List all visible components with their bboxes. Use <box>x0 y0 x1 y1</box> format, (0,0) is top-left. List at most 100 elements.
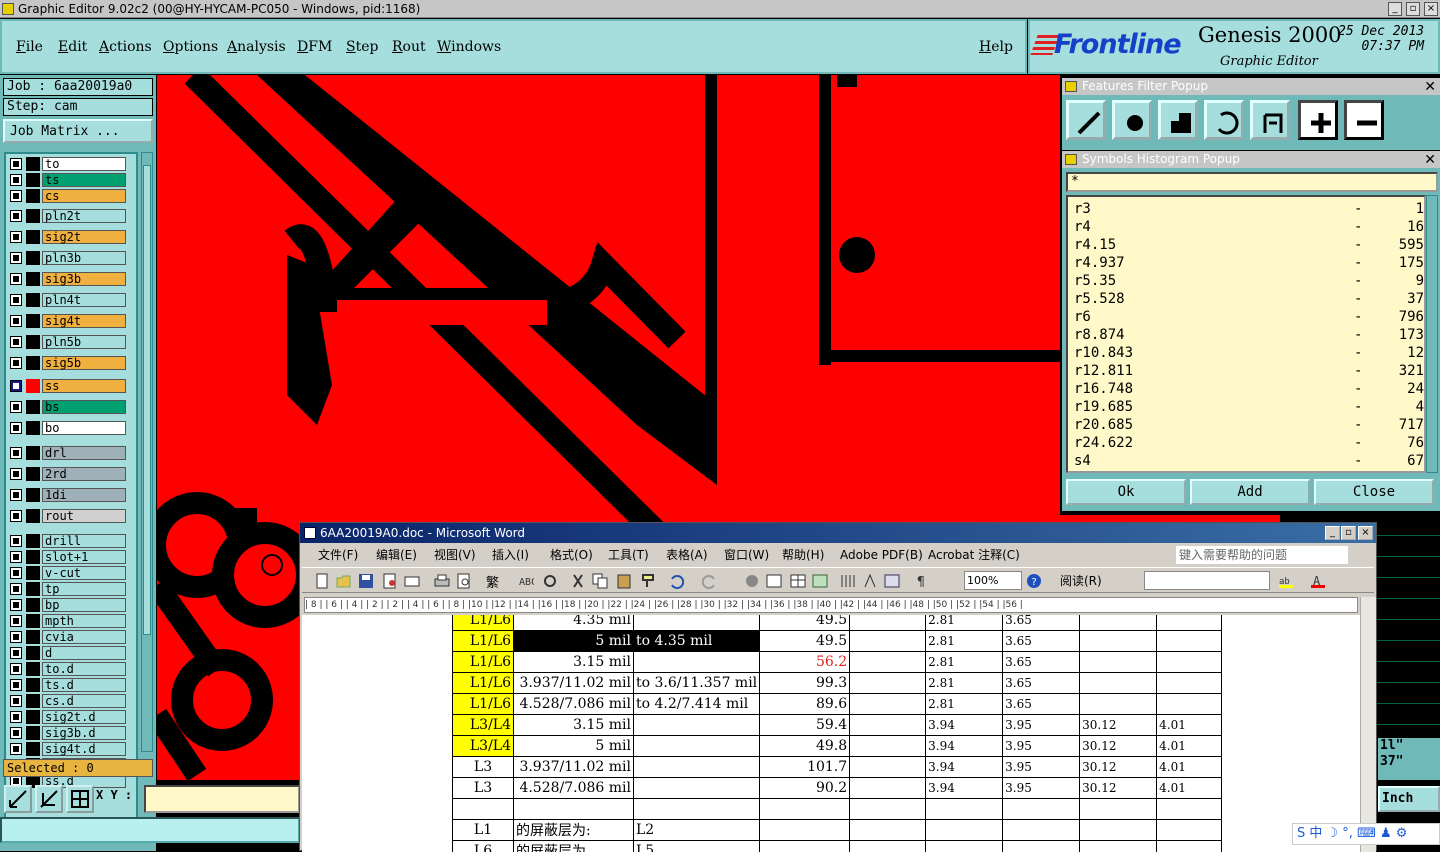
table-cell[interactable]: L6 <box>453 841 514 852</box>
close-icon[interactable]: ✕ <box>1424 79 1436 96</box>
table-cell[interactable] <box>926 841 1003 852</box>
scroll-thumb[interactable] <box>143 165 151 635</box>
layer-name[interactable]: v-cut <box>42 566 126 580</box>
layer-color-swatch[interactable] <box>26 335 40 349</box>
layer-checkbox[interactable] <box>10 743 22 755</box>
layer-row[interactable]: drill <box>8 534 128 548</box>
ok-button[interactable]: Ok <box>1066 479 1186 505</box>
document-map-icon[interactable] <box>884 573 900 589</box>
layer-checkbox[interactable] <box>10 647 22 659</box>
table-cell[interactable] <box>1157 694 1222 715</box>
layer-checkbox[interactable] <box>10 468 22 480</box>
layer-name[interactable]: tp <box>42 582 126 596</box>
table-cell[interactable]: 4.35 mil <box>514 615 634 631</box>
research-icon[interactable] <box>542 573 558 589</box>
table-cell[interactable]: 2.81 <box>926 615 1003 631</box>
table-cell[interactable]: 56.2 <box>760 652 850 673</box>
layer-color-swatch[interactable] <box>26 421 40 435</box>
table-cell[interactable] <box>850 778 926 799</box>
read-button[interactable]: 阅读(R) <box>1060 572 1102 589</box>
symbol-row[interactable]: r8.874173 <box>1074 327 1424 345</box>
menu-help[interactable]: Help <box>979 39 1013 55</box>
word-menu-item[interactable]: 视图(V) <box>434 544 476 566</box>
layer-name[interactable]: ts.d <box>42 678 126 692</box>
print-icon[interactable] <box>434 573 450 589</box>
layer-color-swatch[interactable] <box>26 314 40 328</box>
menu-rout[interactable]: Rout <box>392 39 426 55</box>
table-cell[interactable] <box>1157 799 1222 820</box>
hyperlink-icon[interactable] <box>744 573 760 589</box>
symbol-row[interactable]: r31 <box>1074 201 1424 219</box>
layer-row[interactable]: 1di <box>8 488 128 502</box>
layer-row[interactable]: sig3b.d <box>8 726 128 740</box>
layer-row[interactable]: sig3b <box>8 272 128 286</box>
minimize-button[interactable]: _ <box>1388 2 1402 16</box>
word-vertical-scrollbar[interactable] <box>1360 597 1376 852</box>
minus-icon[interactable] <box>1344 100 1384 140</box>
table-cell[interactable]: 3.937/11.02 mil <box>514 673 634 694</box>
columns-icon[interactable] <box>840 573 856 589</box>
table-cell[interactable] <box>514 799 634 820</box>
new-doc-icon[interactable] <box>314 573 330 589</box>
symbol-row[interactable]: r20.685717 <box>1074 417 1424 435</box>
table-cell[interactable]: 3.937/11.02 mil <box>514 757 634 778</box>
table-cell[interactable] <box>760 799 850 820</box>
layer-name[interactable]: bo <box>42 421 126 435</box>
layer-row[interactable]: pln3b <box>8 251 128 265</box>
table-cell[interactable] <box>1003 820 1080 841</box>
table-cell[interactable] <box>634 778 760 799</box>
table-cell[interactable]: 3.94 <box>926 757 1003 778</box>
table-cell[interactable]: 3.95 <box>1003 778 1080 799</box>
table-cell[interactable]: 90.2 <box>760 778 850 799</box>
layer-name[interactable]: to.d <box>42 662 126 676</box>
table-cell[interactable] <box>1080 615 1157 631</box>
layer-checkbox[interactable] <box>10 631 22 643</box>
grid-tool-icon[interactable] <box>66 785 94 813</box>
layer-color-swatch[interactable] <box>26 189 40 203</box>
layer-checkbox[interactable] <box>10 401 22 413</box>
layer-checkbox[interactable] <box>10 315 22 327</box>
spelling-icon[interactable]: ABC <box>518 573 534 589</box>
table-cell[interactable] <box>1080 820 1157 841</box>
symbol-row[interactable]: r5.52837 <box>1074 291 1424 309</box>
word-menu-item[interactable]: 编辑(E) <box>376 544 417 566</box>
menu-analysis[interactable]: Analysis <box>227 39 286 55</box>
table-cell[interactable]: to 3.6/11.357 mil <box>634 673 760 694</box>
job-matrix-button[interactable]: Job Matrix ... <box>3 119 153 143</box>
symbol-row[interactable]: r4.937175 <box>1074 255 1424 273</box>
layer-checkbox[interactable] <box>10 535 22 547</box>
layer-name[interactable]: rout <box>42 509 126 523</box>
table-cell[interactable]: 30.12 <box>1080 778 1157 799</box>
highlight-icon[interactable]: ab <box>1278 573 1294 589</box>
word-menu-item[interactable]: 工具(T) <box>608 544 649 566</box>
table-cell[interactable] <box>1080 673 1157 694</box>
layer-name[interactable]: pln3b <box>42 251 126 265</box>
layer-name[interactable]: bp <box>42 598 126 612</box>
close-icon[interactable]: ✕ <box>1424 152 1436 169</box>
layer-color-swatch[interactable] <box>26 251 40 265</box>
table-cell[interactable]: 4.01 <box>1157 736 1222 757</box>
table-cell[interactable]: L1/L6 <box>453 694 514 715</box>
table-cell[interactable] <box>1157 652 1222 673</box>
table-cell[interactable]: 49.8 <box>760 736 850 757</box>
table-cell[interactable] <box>634 615 760 631</box>
help-search-input[interactable]: 键入需要帮助的问题 <box>1176 546 1348 564</box>
layer-name[interactable]: 2rd <box>42 467 126 481</box>
layer-color-swatch[interactable] <box>26 550 40 564</box>
show-hide-icon[interactable]: ¶ <box>914 573 930 589</box>
layer-checkbox[interactable] <box>10 663 22 675</box>
layer-color-swatch[interactable] <box>26 173 40 187</box>
layer-row[interactable]: sig2t <box>8 230 128 244</box>
layer-row[interactable]: mpth <box>8 614 128 628</box>
layer-checkbox[interactable] <box>10 357 22 369</box>
traditional-chinese-icon[interactable]: 繁 <box>486 572 499 591</box>
layer-checkbox[interactable] <box>10 422 22 434</box>
layer-name[interactable]: pln4t <box>42 293 126 307</box>
layer-color-swatch[interactable] <box>26 534 40 548</box>
layer-name[interactable]: drl <box>42 446 126 460</box>
layer-row[interactable]: ss <box>8 379 128 393</box>
layer-checkbox[interactable] <box>10 510 22 522</box>
layer-row[interactable]: pln2t <box>8 209 128 223</box>
surface-icon[interactable] <box>1158 100 1198 140</box>
table-cell[interactable]: 30.12 <box>1080 715 1157 736</box>
